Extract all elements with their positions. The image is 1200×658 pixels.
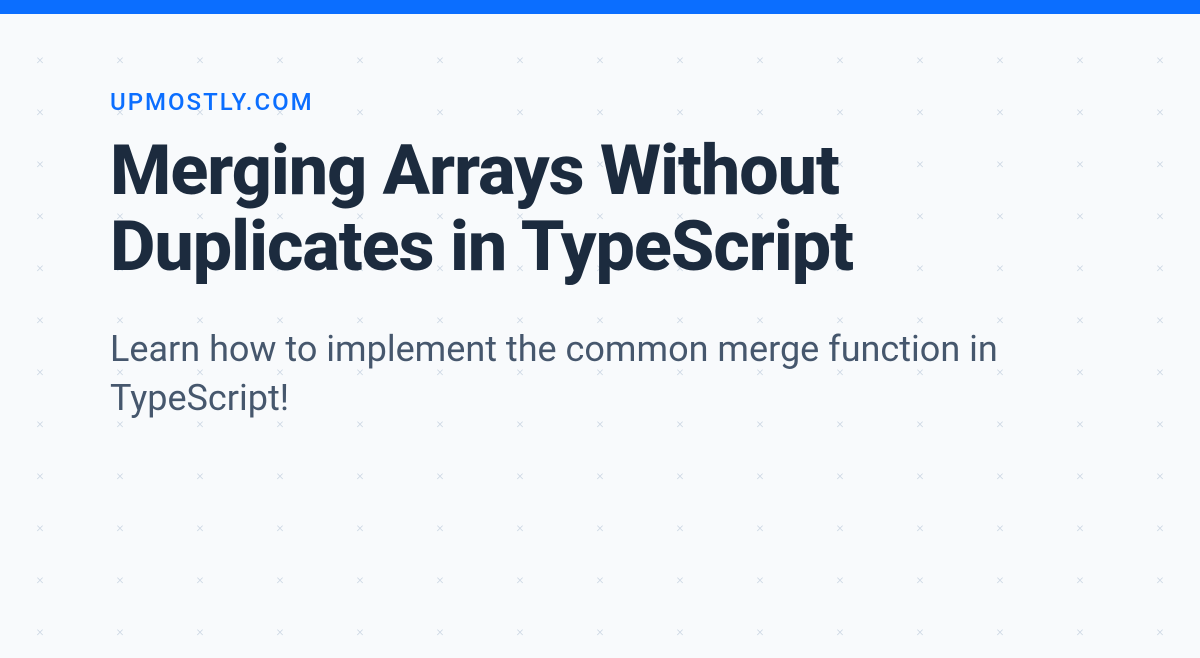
pattern-x-icon: × — [1040, 554, 1120, 606]
pattern-x-icon: × — [160, 606, 240, 658]
pattern-x-icon: × — [480, 502, 560, 554]
pattern-x-icon: × — [720, 450, 800, 502]
pattern-x-icon: × — [640, 502, 720, 554]
pattern-x-icon: × — [960, 554, 1040, 606]
pattern-x-icon: × — [160, 502, 240, 554]
pattern-x-icon: × — [560, 502, 640, 554]
pattern-x-icon: × — [800, 502, 880, 554]
pattern-x-icon: × — [400, 554, 480, 606]
pattern-x-icon: × — [480, 606, 560, 658]
pattern-x-icon: × — [960, 450, 1040, 502]
pattern-x-icon: × — [1040, 502, 1120, 554]
pattern-x-icon: × — [640, 606, 720, 658]
pattern-x-icon: × — [720, 554, 800, 606]
pattern-x-icon: × — [80, 502, 160, 554]
pattern-x-icon: × — [480, 554, 560, 606]
pattern-x-icon: × — [560, 450, 640, 502]
pattern-x-icon: × — [80, 450, 160, 502]
pattern-x-icon: × — [240, 502, 320, 554]
pattern-x-icon: × — [0, 554, 80, 606]
pattern-x-icon: × — [320, 502, 400, 554]
pattern-x-icon: × — [80, 554, 160, 606]
pattern-x-icon: × — [1120, 606, 1200, 658]
pattern-x-icon: × — [800, 606, 880, 658]
pattern-x-icon: × — [880, 450, 960, 502]
pattern-x-icon: × — [880, 606, 960, 658]
pattern-x-icon: × — [1120, 554, 1200, 606]
pattern-x-icon: × — [880, 554, 960, 606]
pattern-x-icon: × — [320, 606, 400, 658]
pattern-x-icon: × — [240, 450, 320, 502]
page-subtitle: Learn how to implement the common merge … — [110, 325, 1090, 422]
pattern-x-icon: × — [1120, 502, 1200, 554]
pattern-x-icon: × — [400, 450, 480, 502]
pattern-x-icon: × — [800, 450, 880, 502]
pattern-x-icon: × — [240, 554, 320, 606]
pattern-x-icon: × — [1040, 606, 1120, 658]
pattern-x-icon: × — [640, 554, 720, 606]
pattern-x-icon: × — [160, 554, 240, 606]
pattern-x-icon: × — [560, 606, 640, 658]
pattern-x-icon: × — [1040, 450, 1120, 502]
pattern-x-icon: × — [720, 606, 800, 658]
pattern-x-icon: × — [0, 606, 80, 658]
pattern-x-icon: × — [160, 450, 240, 502]
pattern-x-icon: × — [480, 450, 560, 502]
pattern-x-icon: × — [880, 502, 960, 554]
pattern-x-icon: × — [0, 450, 80, 502]
top-accent-bar — [0, 0, 1200, 14]
pattern-x-icon: × — [640, 450, 720, 502]
pattern-x-icon: × — [560, 554, 640, 606]
card-content: UPMOSTLY.COM Merging Arrays Without Dupl… — [0, 14, 1200, 422]
pattern-x-icon: × — [240, 606, 320, 658]
pattern-x-icon: × — [320, 450, 400, 502]
pattern-x-icon: × — [400, 606, 480, 658]
page-title: Merging Arrays Without Duplicates in Typ… — [110, 134, 1090, 285]
site-label: UPMOSTLY.COM — [110, 88, 1090, 116]
pattern-x-icon: × — [80, 606, 160, 658]
pattern-x-icon: × — [320, 554, 400, 606]
pattern-x-icon: × — [960, 502, 1040, 554]
pattern-x-icon: × — [960, 606, 1040, 658]
pattern-x-icon: × — [1120, 450, 1200, 502]
pattern-x-icon: × — [720, 502, 800, 554]
pattern-x-icon: × — [400, 502, 480, 554]
pattern-x-icon: × — [800, 554, 880, 606]
pattern-x-icon: × — [0, 502, 80, 554]
